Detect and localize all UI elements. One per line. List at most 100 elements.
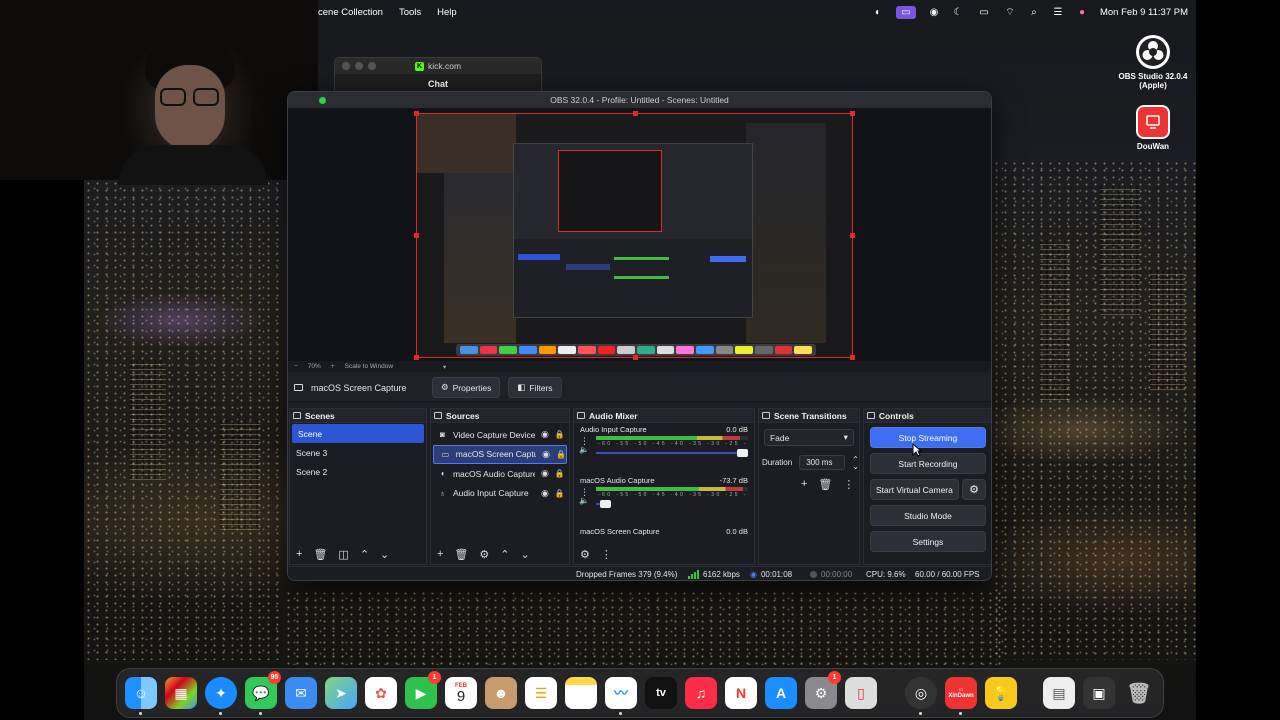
obs-window[interactable]: OBS 32.0.4 - Profile: Untitled - Scenes:… xyxy=(287,91,992,581)
trash-icon[interactable]: 🗑 xyxy=(1123,677,1155,709)
filters-button[interactable]: ◧ Filters xyxy=(508,377,562,398)
source-item[interactable]: ♁ Audio Input Capture ◉ 🔒 xyxy=(431,484,569,504)
battery-icon[interactable]: ▭ xyxy=(976,7,992,18)
visibility-eye-icon[interactable]: ◉ xyxy=(541,429,549,440)
iphone-mirroring-icon[interactable]: ▯ xyxy=(845,677,877,709)
wifi-icon[interactable]: ⌔ xyxy=(1004,7,1016,18)
chevron-up-icon[interactable]: ⌃ xyxy=(500,548,509,561)
audio-mixer-header[interactable]: Audio Mixer xyxy=(573,409,754,423)
gear-icon[interactable]: ⚙ xyxy=(479,548,489,561)
add-scene-icon[interactable]: + xyxy=(296,548,302,560)
calendar-icon[interactable]: FEB 9 xyxy=(445,677,477,709)
zoom-out-button[interactable]: − xyxy=(294,363,298,370)
control-center-icon[interactable]: ☰ xyxy=(1052,7,1064,18)
visibility-eye-icon[interactable]: ◉ xyxy=(542,449,550,460)
obs-dock-icon[interactable]: ◎ xyxy=(905,677,937,709)
scale-to-window-dropdown[interactable]: Scale to Window xyxy=(345,363,393,370)
menu-tools[interactable]: Tools xyxy=(399,7,421,18)
duration-input[interactable]: 300 ms xyxy=(799,455,846,470)
freeform-icon[interactable]: 〰 xyxy=(605,677,637,709)
settings-button[interactable]: Settings xyxy=(869,531,986,552)
photos-icon[interactable]: ✿ xyxy=(365,677,397,709)
window-controls[interactable] xyxy=(342,62,376,70)
chevron-down-icon[interactable]: ▾ xyxy=(443,363,446,371)
studio-mode-button[interactable]: Studio Mode xyxy=(869,505,986,526)
app-store-icon[interactable]: A xyxy=(765,677,797,709)
trash-icon[interactable]: 🗑 xyxy=(454,548,468,561)
scene-filter-icon[interactable]: ◫ xyxy=(338,548,348,561)
finder-icon[interactable]: ☺ xyxy=(125,677,157,709)
source-item[interactable]: ◖ macOS Audio Capture ◉ 🔒 xyxy=(431,464,569,484)
add-transition-icon[interactable]: + xyxy=(801,478,807,491)
focus-moon-icon[interactable]: ☾ xyxy=(952,7,964,18)
desktop-icon-obs[interactable]: OBS Studio 32.0.4 (Apple) xyxy=(1108,35,1198,90)
stop-streaming-button[interactable]: Stop Streaming xyxy=(869,427,986,448)
desktop-icon-douwan[interactable]: DouWan xyxy=(1108,105,1198,151)
preview-area[interactable] xyxy=(288,109,991,361)
maps-icon[interactable]: ➤ xyxy=(325,677,357,709)
advanced-audio-icon[interactable]: ⚙ xyxy=(580,548,590,561)
chevron-up-icon[interactable]: ⌃ xyxy=(360,548,369,561)
screenshot-stack-icon[interactable]: ▣ xyxy=(1083,677,1115,709)
lock-icon[interactable]: 🔒 xyxy=(555,489,565,498)
volume-fader[interactable] xyxy=(595,449,748,457)
news-icon[interactable]: N xyxy=(725,677,757,709)
source-item[interactable]: ◙ Video Capture Device ◉ 🔒 xyxy=(431,425,569,445)
stepper-icon[interactable]: ⌃ ⌄ xyxy=(852,455,859,470)
apple-tv-icon[interactable]: tv xyxy=(645,677,677,709)
lock-icon[interactable]: 🔒 xyxy=(555,430,565,439)
messages-icon[interactable]: 💬 95 xyxy=(245,671,281,709)
safari-icon[interactable]: ✦ xyxy=(205,677,237,709)
zoom-in-button[interactable]: + xyxy=(331,363,335,370)
scene-item[interactable]: Scene xyxy=(292,424,424,443)
lock-icon[interactable]: 🔒 xyxy=(556,450,566,459)
more-menu-icon[interactable]: ⋮ xyxy=(843,478,854,491)
trash-icon[interactable]: 🗑 xyxy=(313,548,327,561)
window-zoom-button[interactable] xyxy=(319,97,326,104)
visibility-eye-icon[interactable]: ◉ xyxy=(541,488,549,499)
source-item[interactable]: ▭ macOS Screen Captur ◉ 🔒 xyxy=(432,444,567,464)
music-icon[interactable]: ♫ xyxy=(685,677,717,709)
scene-transitions-header[interactable]: Scene Transitions xyxy=(758,409,859,423)
properties-button[interactable]: ⚙ Properties xyxy=(432,377,501,398)
chevron-down-icon[interactable]: ⌄ xyxy=(380,548,389,561)
fader-knob[interactable] xyxy=(736,449,748,457)
chevron-down-icon[interactable]: ⌄ xyxy=(520,548,529,561)
controls-header[interactable]: Controls xyxy=(863,409,991,423)
siri-icon[interactable]: ● xyxy=(1076,7,1088,18)
scenes-dock-header[interactable]: Scenes xyxy=(290,409,426,423)
preview-canvas[interactable] xyxy=(416,113,853,358)
virtual-camera-settings-button[interactable]: ⚙ xyxy=(962,479,986,500)
scene-item[interactable]: Scene 2 xyxy=(290,462,426,481)
facetime-icon[interactable]: ▶ 1 xyxy=(405,671,441,709)
xindawn-dock-icon[interactable]: ▭ XinDawn xyxy=(945,677,977,709)
notes-icon[interactable] xyxy=(565,677,597,709)
menu-help[interactable]: Help xyxy=(437,7,457,18)
document-icon[interactable]: ▤ xyxy=(1043,677,1075,709)
start-recording-button[interactable]: Start Recording xyxy=(869,453,986,474)
add-source-icon[interactable]: + xyxy=(437,548,443,560)
play-status-icon[interactable]: ◉ xyxy=(928,7,940,18)
mail-icon[interactable]: ✉ xyxy=(285,677,317,709)
obs-title-bar[interactable]: OBS 32.0.4 - Profile: Untitled - Scenes:… xyxy=(288,92,991,109)
launchpad-icon[interactable]: ▦ xyxy=(165,677,197,709)
tips-icon[interactable]: 💡 xyxy=(985,677,1017,709)
reminders-icon[interactable]: ☰ xyxy=(525,677,557,709)
fader-knob[interactable] xyxy=(600,500,612,508)
volume-fader[interactable] xyxy=(595,500,748,508)
sources-dock-header[interactable]: Sources xyxy=(430,409,569,423)
visibility-eye-icon[interactable]: ◉ xyxy=(541,468,549,479)
obs-status-icon[interactable]: ◐ xyxy=(872,7,884,18)
menu-scene-collection[interactable]: cene Collection xyxy=(318,7,383,18)
start-virtual-camera-button[interactable]: Start Virtual Camera xyxy=(869,479,959,500)
trash-icon[interactable]: 🗑 xyxy=(818,478,832,491)
screen-share-icon[interactable]: ▭ xyxy=(895,5,916,19)
search-icon[interactable]: ⌕ xyxy=(1028,7,1040,18)
lock-icon[interactable]: 🔒 xyxy=(555,469,565,478)
contacts-icon[interactable]: ☻ xyxy=(485,677,517,709)
more-menu-icon[interactable]: ⋮ xyxy=(601,548,612,561)
menubar-clock[interactable]: Mon Feb 9 11:37 PM xyxy=(1100,7,1188,18)
scene-item[interactable]: Scene 3 xyxy=(290,443,426,462)
transition-select[interactable]: Fade ▾ xyxy=(763,429,854,446)
system-settings-icon[interactable]: ⚙ 1 xyxy=(805,671,841,709)
